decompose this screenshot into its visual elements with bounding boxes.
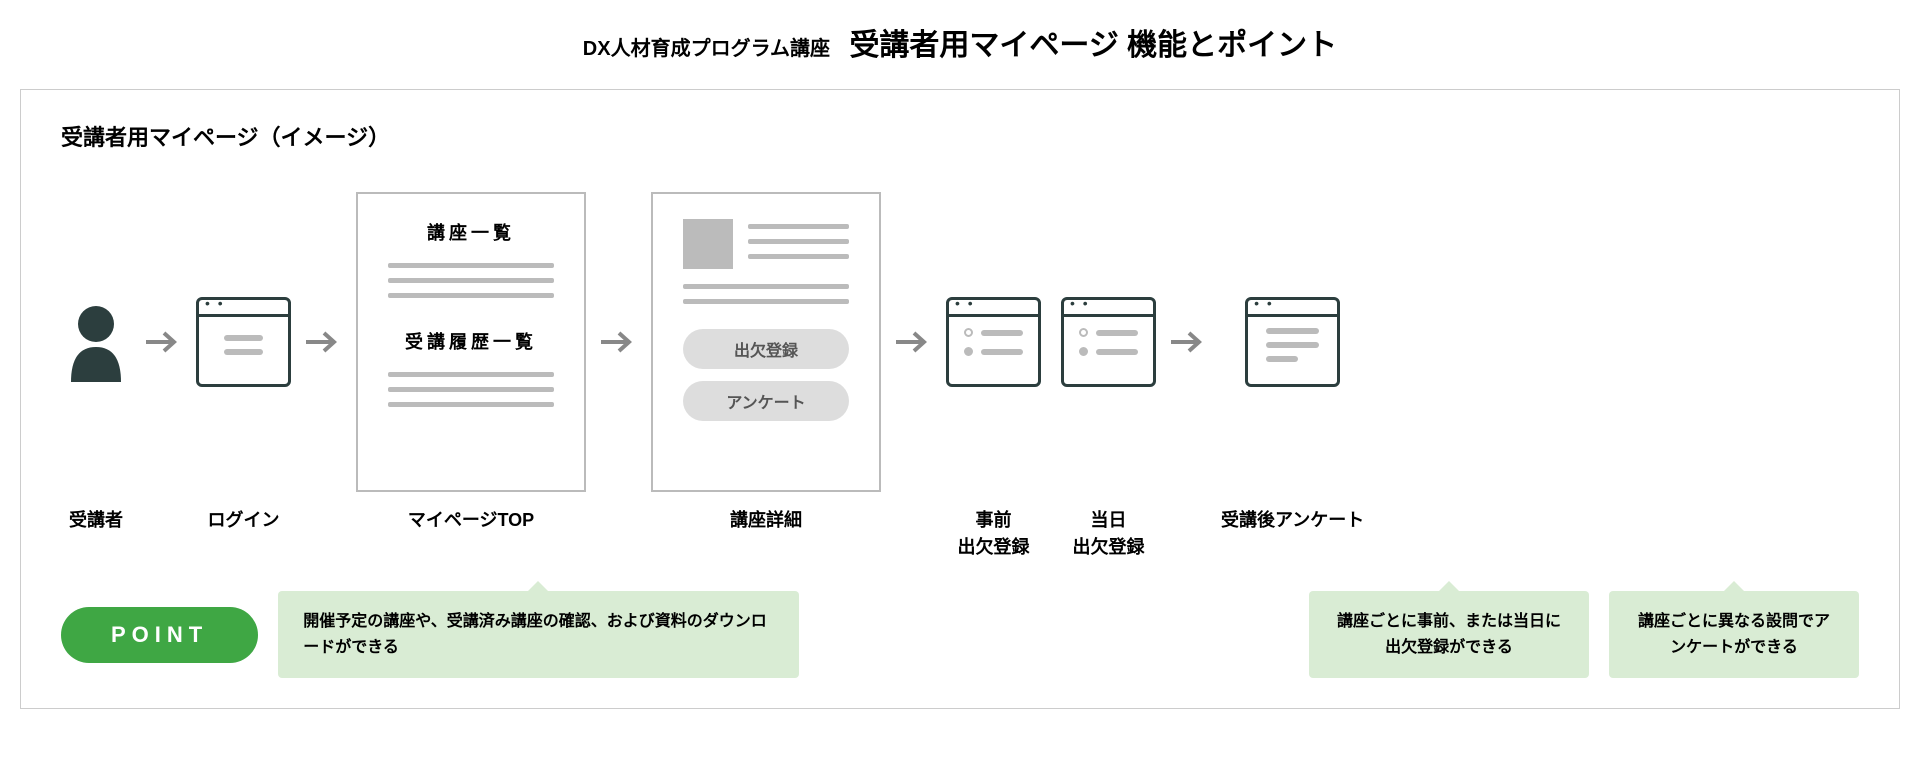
callout-attendance: 講座ごとに事前、または当日に出欠登録ができる	[1309, 591, 1589, 678]
arrow-icon	[146, 192, 181, 492]
attendance-day-label: 当日 出欠登録	[1073, 507, 1145, 561]
diagram-container: 受講者用マイページ（イメージ） 受講者 ログイン	[20, 89, 1900, 709]
detail-label: 講座詳細	[730, 507, 802, 534]
arrow-icon	[306, 192, 341, 492]
callout-mypage: 開催予定の講座や、受講済み講座の確認、および資料のダウンロードができる	[278, 591, 798, 678]
flow-attendance-before: 事前 出欠登録	[946, 192, 1041, 561]
mypage-page-icon: 講座一覧 受講履歴一覧	[356, 192, 586, 492]
header-subtitle: DX人材育成プログラム講座	[583, 38, 830, 60]
attendance-before-icon	[946, 297, 1041, 387]
flow-login: ログイン	[196, 192, 291, 534]
flow-diagram: 受講者 ログイン 講座一覧	[61, 192, 1859, 561]
mypage-label: マイページTOP	[408, 507, 534, 534]
callouts-row: POINT 開催予定の講座や、受講済み講座の確認、および資料のダウンロードができ…	[61, 591, 1859, 678]
arrow-icon	[1171, 192, 1206, 492]
flow-student: 受講者	[61, 192, 131, 534]
person-icon	[61, 302, 131, 382]
flow-mypage-top: 講座一覧 受講履歴一覧 マイページTOP	[356, 192, 586, 534]
flow-attendance-day: 当日 出欠登録	[1061, 192, 1156, 561]
section-history: 受講履歴一覧	[388, 328, 554, 354]
survey-icon	[1245, 297, 1340, 387]
section-courses: 講座一覧	[388, 219, 554, 245]
callout-survey: 講座ごとに異なる設問でアンケートができる	[1609, 591, 1859, 678]
pill-survey: アンケート	[683, 381, 849, 421]
page-header: DX人材育成プログラム講座 受講者用マイページ 機能とポイント	[20, 20, 1900, 64]
arrow-icon	[896, 192, 931, 492]
login-label: ログイン	[208, 507, 280, 534]
flow-survey: 受講後アンケート	[1221, 192, 1364, 534]
student-label: 受講者	[69, 507, 123, 534]
login-window-icon	[196, 297, 291, 387]
attendance-before-label: 事前 出欠登録	[958, 507, 1030, 561]
point-badge: POINT	[61, 607, 258, 663]
header-title: 受講者用マイページ 機能とポイント	[849, 29, 1337, 62]
flow-course-detail: 出欠登録 アンケート 講座詳細	[651, 192, 881, 534]
flow-attendance-pair: 事前 出欠登録 当日 出欠登録	[946, 192, 1156, 561]
diagram-subtitle: 受講者用マイページ（イメージ）	[61, 120, 1859, 152]
survey-label: 受講後アンケート	[1221, 507, 1364, 534]
detail-page-icon: 出欠登録 アンケート	[651, 192, 881, 492]
pill-attendance: 出欠登録	[683, 329, 849, 369]
attendance-day-icon	[1061, 297, 1156, 387]
arrow-icon	[601, 192, 636, 492]
